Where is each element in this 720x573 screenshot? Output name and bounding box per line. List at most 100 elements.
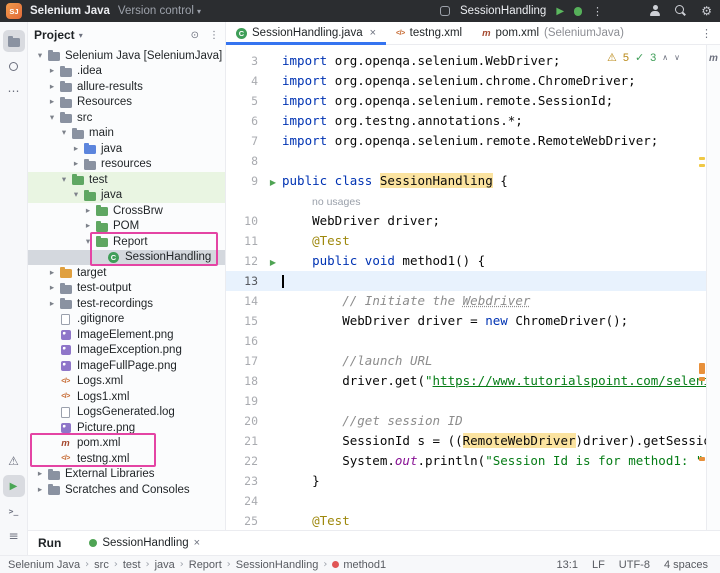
- line-number[interactable]: 20: [226, 411, 264, 431]
- code-line-11[interactable]: 11 @Test: [226, 231, 706, 251]
- tree-item-idea[interactable]: ▸.idea: [28, 64, 225, 80]
- tree-item-src[interactable]: ▾src: [28, 110, 225, 126]
- chevron-closed-icon[interactable]: ▸: [46, 82, 58, 92]
- tree-item-external-libraries[interactable]: ▸External Libraries: [28, 467, 225, 483]
- status-utf-8[interactable]: UTF-8: [619, 559, 650, 571]
- line-number[interactable]: 4: [226, 71, 264, 91]
- tree-item-allure-results[interactable]: ▸allure-results: [28, 79, 225, 95]
- chevron-closed-icon[interactable]: ▸: [34, 485, 46, 495]
- line-number[interactable]: 12: [226, 251, 264, 271]
- line-number[interactable]: 14: [226, 291, 264, 311]
- code-line-14[interactable]: 14 // Initiate the Webdriver: [226, 291, 706, 311]
- code-line-23[interactable]: 23 }: [226, 471, 706, 491]
- line-number[interactable]: 10: [226, 211, 264, 231]
- commit-icon[interactable]: [3, 55, 25, 77]
- code-line-19[interactable]: 19: [226, 391, 706, 411]
- tree-item-logs1-xml[interactable]: </>Logs1.xml: [28, 389, 225, 405]
- error-stripe-mark[interactable]: [699, 377, 705, 381]
- chevron-closed-icon[interactable]: ▸: [46, 66, 58, 76]
- code-line-8[interactable]: 8: [226, 151, 706, 171]
- more-actions-icon[interactable]: ⋮: [592, 5, 603, 18]
- chevron-closed-icon[interactable]: ▸: [34, 469, 46, 479]
- line-number[interactable]: 21: [226, 431, 264, 451]
- status-13-1[interactable]: 13:1: [557, 559, 578, 571]
- prev-problem-icon[interactable]: ∧: [662, 53, 668, 62]
- tree-item-testng-xml[interactable]: </>testng.xml: [28, 451, 225, 467]
- code-line-4[interactable]: 4import org.openqa.selenium.chrome.Chrom…: [226, 71, 706, 91]
- tree-item-test-output[interactable]: ▸test-output: [28, 281, 225, 297]
- line-number[interactable]: [226, 191, 264, 211]
- code-line-7[interactable]: 7import org.openqa.selenium.remote.Remot…: [226, 131, 706, 151]
- line-number[interactable]: 15: [226, 311, 264, 331]
- services-icon[interactable]: ≡: [3, 525, 25, 547]
- breadcrumb-item-selenium-java[interactable]: Selenium Java: [8, 559, 80, 571]
- project-panel-title[interactable]: Project: [34, 28, 75, 42]
- code-line-20[interactable]: 20 //get session ID: [226, 411, 706, 431]
- tree-item-resources[interactable]: ▸Resources: [28, 95, 225, 111]
- code-line-6[interactable]: 6import org.testng.annotations.*;: [226, 111, 706, 131]
- code-editor[interactable]: 3import org.openqa.selenium.WebDriver;4i…: [226, 45, 706, 530]
- maven-tool-icon[interactable]: m: [707, 53, 720, 64]
- run-config-selector[interactable]: SessionHandling: [460, 5, 546, 17]
- breadcrumb-method[interactable]: method1: [332, 559, 386, 571]
- status-4-spaces[interactable]: 4 spaces: [664, 559, 708, 571]
- error-stripe-mark[interactable]: [699, 457, 705, 461]
- tree-item-sessionhandling[interactable]: CSessionHandling: [28, 250, 225, 266]
- vcs-menu[interactable]: Version control ▾: [118, 5, 201, 17]
- line-number[interactable]: 3: [226, 51, 264, 71]
- project-menu[interactable]: Selenium Java: [30, 5, 110, 17]
- chevron-open-icon[interactable]: ▾: [58, 128, 70, 138]
- tab-options-icon[interactable]: ⋮: [693, 22, 720, 44]
- tree-item-test[interactable]: ▾test: [28, 172, 225, 188]
- code-line-5[interactable]: 5import org.openqa.selenium.remote.Sessi…: [226, 91, 706, 111]
- line-number[interactable]: 6: [226, 111, 264, 131]
- run-test-icon[interactable]: ▶: [270, 178, 276, 187]
- line-number[interactable]: 9: [226, 171, 264, 191]
- inlay-hint-line[interactable]: no usages: [226, 191, 706, 211]
- chevron-closed-icon[interactable]: ▸: [46, 299, 58, 309]
- next-problem-icon[interactable]: ∨: [674, 53, 680, 62]
- tree-item-scratches-and-consoles[interactable]: ▸Scratches and Consoles: [28, 482, 225, 498]
- chevron-down-icon[interactable]: ▾: [79, 31, 83, 40]
- chevron-closed-icon[interactable]: ▸: [70, 144, 82, 154]
- problems-icon[interactable]: ⚠: [3, 450, 25, 472]
- app-logo[interactable]: SJ: [6, 3, 22, 19]
- user-icon[interactable]: [649, 5, 661, 17]
- error-stripe-mark[interactable]: [699, 164, 705, 167]
- code-line-15[interactable]: 15 WebDriver driver = new ChromeDriver()…: [226, 311, 706, 331]
- chevron-open-icon[interactable]: ▾: [70, 190, 82, 200]
- project-icon[interactable]: [3, 30, 25, 52]
- search-icon[interactable]: [675, 5, 687, 17]
- editor-tab-testng-xml[interactable]: </>testng.xml: [386, 22, 472, 44]
- line-number[interactable]: 13: [226, 271, 264, 291]
- code-line-24[interactable]: 24: [226, 491, 706, 511]
- run-button[interactable]: ▶: [556, 6, 564, 17]
- line-number[interactable]: 19: [226, 391, 264, 411]
- error-stripe-mark[interactable]: [699, 157, 705, 160]
- chevron-closed-icon[interactable]: ▸: [46, 268, 58, 278]
- line-number[interactable]: 23: [226, 471, 264, 491]
- tree-item-selenium-java-seleniumjava[interactable]: ▾Selenium Java [SeleniumJava]~/IdeaProj: [28, 48, 225, 64]
- run-test-icon[interactable]: ▶: [270, 258, 276, 267]
- status-lf[interactable]: LF: [592, 559, 605, 571]
- code-line-12[interactable]: 12▶ public void method1() {: [226, 251, 706, 271]
- editor-tab-pom-xml[interactable]: mpom.xml (SeleniumJava): [472, 22, 634, 44]
- code-line-17[interactable]: 17 //launch URL: [226, 351, 706, 371]
- tree-item-logs-xml[interactable]: </>Logs.xml: [28, 374, 225, 390]
- settings-gear-icon[interactable]: ⚙: [701, 4, 712, 18]
- line-number[interactable]: 8: [226, 151, 264, 171]
- inspections-widget[interactable]: ⚠ 5 ✓ 3 ∧ ∨: [603, 50, 684, 65]
- tree-item-crossbrw[interactable]: ▸CrossBrw: [28, 203, 225, 219]
- tree-item-gitignore[interactable]: .gitignore: [28, 312, 225, 328]
- chevron-open-icon[interactable]: ▾: [46, 113, 58, 123]
- code-line-21[interactable]: 21 SessionId s = ((RemoteWebDriver)drive…: [226, 431, 706, 451]
- tree-item-imagefullpage-png[interactable]: ImageFullPage.png: [28, 358, 225, 374]
- chevron-closed-icon[interactable]: ▸: [82, 221, 94, 231]
- code-line-10[interactable]: 10 WebDriver driver;: [226, 211, 706, 231]
- chevron-closed-icon[interactable]: ▸: [82, 206, 94, 216]
- line-number[interactable]: 22: [226, 451, 264, 471]
- code-line-18[interactable]: 18 driver.get("https://www.tutorialspoin…: [226, 371, 706, 391]
- close-icon[interactable]: ×: [194, 537, 200, 549]
- tree-item-test-recordings[interactable]: ▸test-recordings: [28, 296, 225, 312]
- terminal-icon[interactable]: >_: [3, 500, 25, 522]
